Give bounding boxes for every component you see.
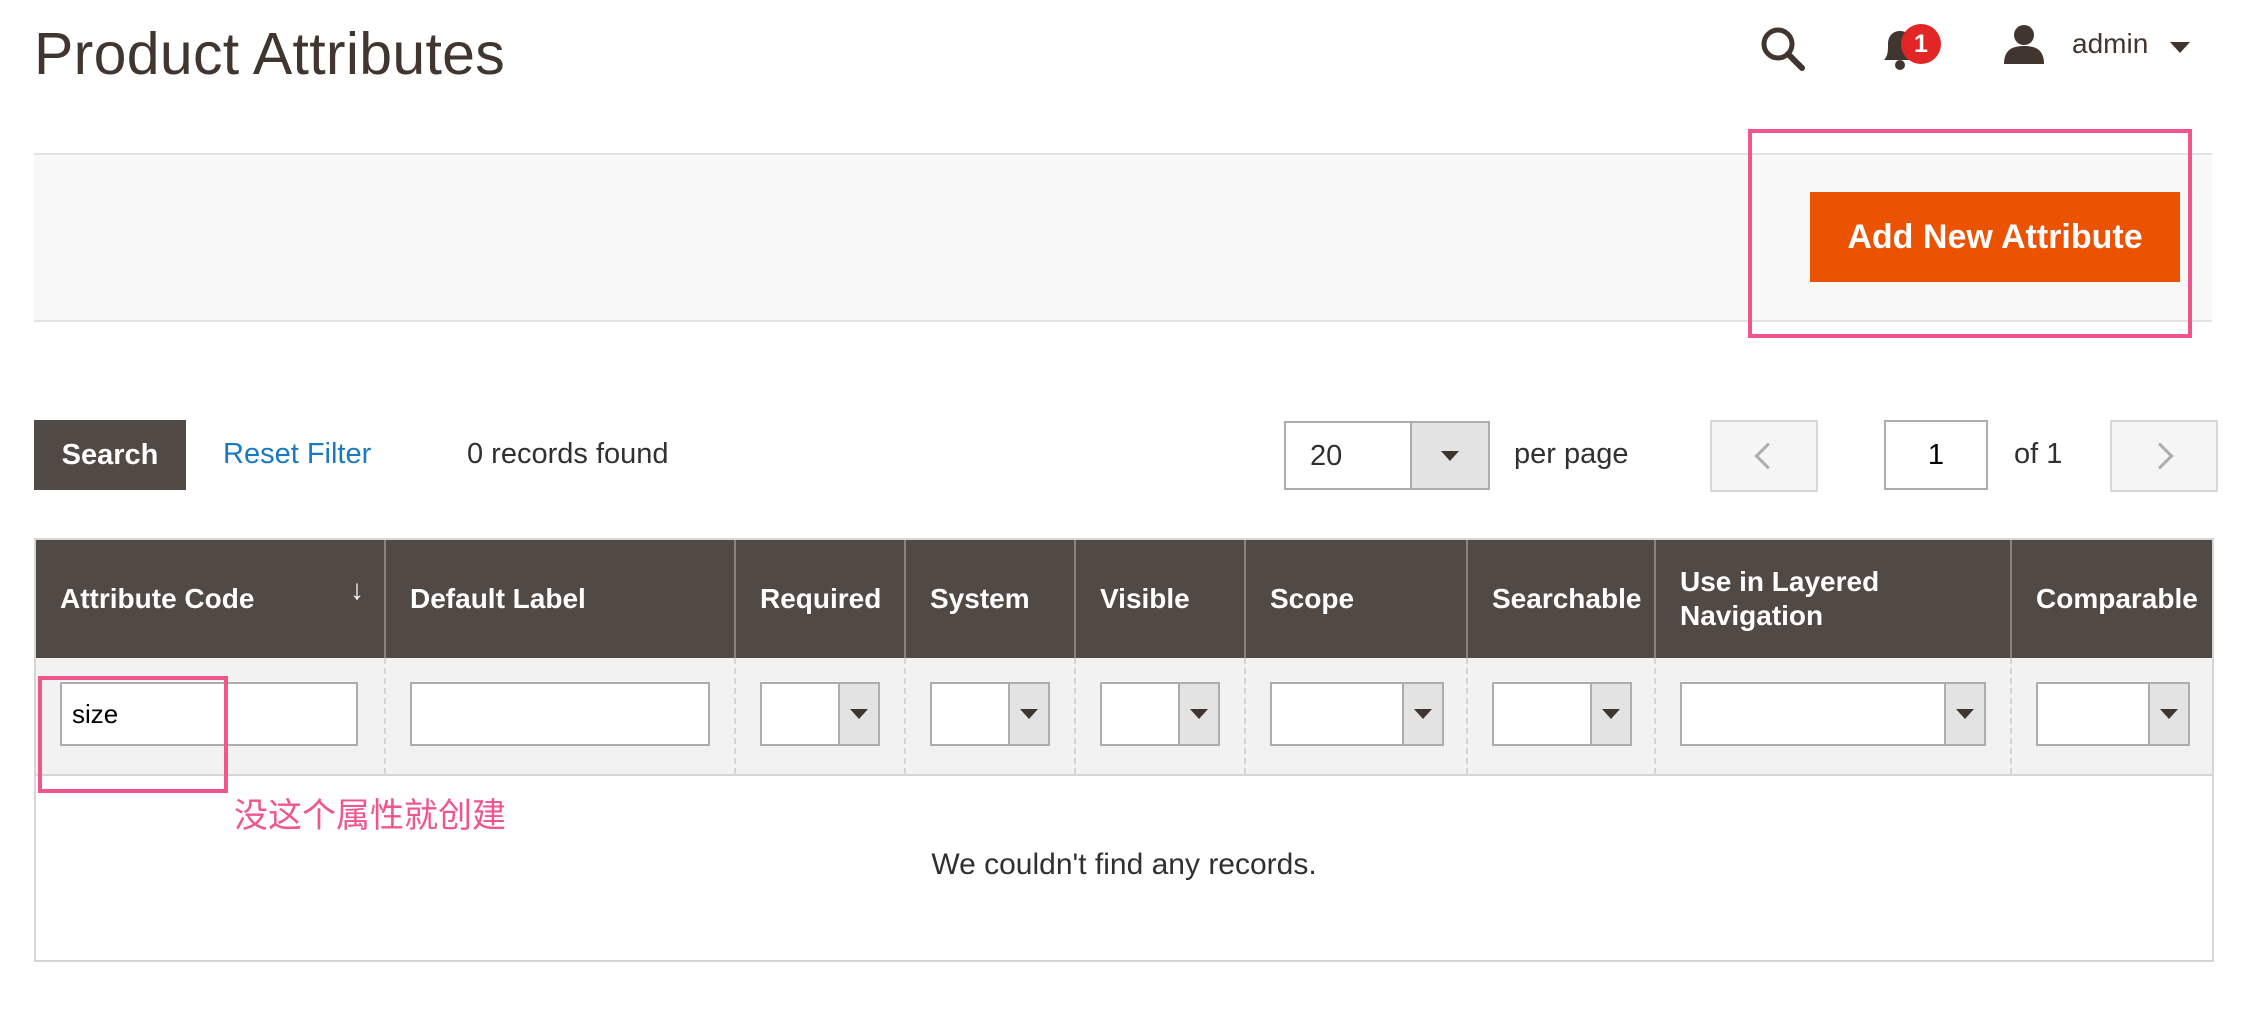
- default-label-filter-input[interactable]: [410, 682, 710, 746]
- filter-cell-comparable: [2010, 658, 2212, 774]
- admin-user-menu[interactable]: admin: [2002, 20, 2202, 70]
- chevron-down-icon: [850, 709, 868, 719]
- chevron-down-icon: [2170, 42, 2190, 53]
- page-total-label: of 1: [2014, 438, 2063, 470]
- scope-filter-select[interactable]: [1270, 682, 1444, 746]
- annotation-highlight-filter: [38, 676, 228, 793]
- column-header-visible[interactable]: Visible: [1074, 540, 1244, 658]
- chevron-left-icon: [1754, 442, 1782, 470]
- empty-records-message: We couldn't find any records.: [931, 848, 1317, 881]
- sort-arrow-icon: ↓: [350, 574, 364, 605]
- filter-cell-scope: [1244, 658, 1466, 774]
- notification-badge: 1: [1901, 24, 1941, 64]
- filter-cell-default-label: [384, 658, 734, 774]
- grid-header-row: Attribute Code ↓ Default Label Required …: [36, 540, 2212, 658]
- chevron-down-icon: [1602, 709, 1620, 719]
- column-label: Visible: [1100, 583, 1190, 614]
- search-icon[interactable]: [1756, 22, 1810, 76]
- column-label: Use in Layered Navigation: [1680, 566, 1880, 631]
- column-header-system[interactable]: System: [904, 540, 1074, 658]
- comparable-filter-select[interactable]: [2036, 682, 2190, 746]
- column-header-attribute-code[interactable]: Attribute Code ↓: [36, 540, 384, 658]
- chevron-right-icon: [2146, 442, 2174, 470]
- records-count: 0 records found: [467, 438, 669, 470]
- required-filter-select[interactable]: [760, 682, 880, 746]
- next-page-button[interactable]: [2110, 420, 2218, 492]
- searchable-filter-select[interactable]: [1492, 682, 1632, 746]
- annotation-text: 没这个属性就创建: [234, 796, 506, 836]
- reset-filter-link[interactable]: Reset Filter: [223, 438, 371, 471]
- column-label: System: [930, 583, 1030, 614]
- chevron-down-icon: [1956, 709, 1974, 719]
- filter-cell-system: [904, 658, 1074, 774]
- previous-page-button[interactable]: [1710, 420, 1818, 492]
- page-title: Product Attributes: [34, 21, 506, 87]
- annotation-highlight-add-button: [1748, 129, 2192, 338]
- chevron-down-icon: [1190, 709, 1208, 719]
- column-header-comparable[interactable]: Comparable: [2010, 540, 2212, 658]
- user-icon: [2004, 25, 2044, 64]
- per-page-value: 20: [1310, 440, 1343, 472]
- column-header-default-label[interactable]: Default Label: [384, 540, 734, 658]
- layered-navigation-filter-select[interactable]: [1680, 682, 1986, 746]
- column-header-scope[interactable]: Scope: [1244, 540, 1466, 658]
- page-number-input[interactable]: [1884, 420, 1988, 490]
- column-header-searchable[interactable]: Searchable: [1466, 540, 1654, 658]
- visible-filter-select[interactable]: [1100, 682, 1220, 746]
- search-button[interactable]: Search: [34, 420, 186, 490]
- filter-cell-searchable: [1466, 658, 1654, 774]
- per-page-label: per page: [1514, 438, 1629, 470]
- chevron-down-icon: [1414, 709, 1432, 719]
- filter-cell-layered-navigation: [1654, 658, 2010, 774]
- per-page-select[interactable]: 20: [1284, 421, 1490, 490]
- filter-cell-visible: [1074, 658, 1244, 774]
- column-label: Default Label: [410, 583, 586, 614]
- user-name: admin: [2072, 28, 2149, 59]
- system-filter-select[interactable]: [930, 682, 1050, 746]
- chevron-down-icon: [2160, 709, 2178, 719]
- column-label: Scope: [1270, 583, 1355, 614]
- chevron-down-icon: [1020, 709, 1038, 719]
- column-label: Attribute Code: [60, 583, 255, 614]
- column-header-required[interactable]: Required: [734, 540, 904, 658]
- column-header-layered-navigation[interactable]: Use in Layered Navigation: [1654, 540, 2010, 658]
- attributes-grid: Attribute Code ↓ Default Label Required …: [34, 538, 2214, 962]
- per-page-dropdown-button[interactable]: [1410, 423, 1488, 488]
- grid-filter-row: [36, 658, 2212, 776]
- column-label: Required: [760, 583, 882, 614]
- filter-cell-required: [734, 658, 904, 774]
- chevron-down-icon: [1441, 450, 1459, 461]
- column-label: Comparable: [2036, 583, 2198, 614]
- column-label: Searchable: [1492, 583, 1642, 614]
